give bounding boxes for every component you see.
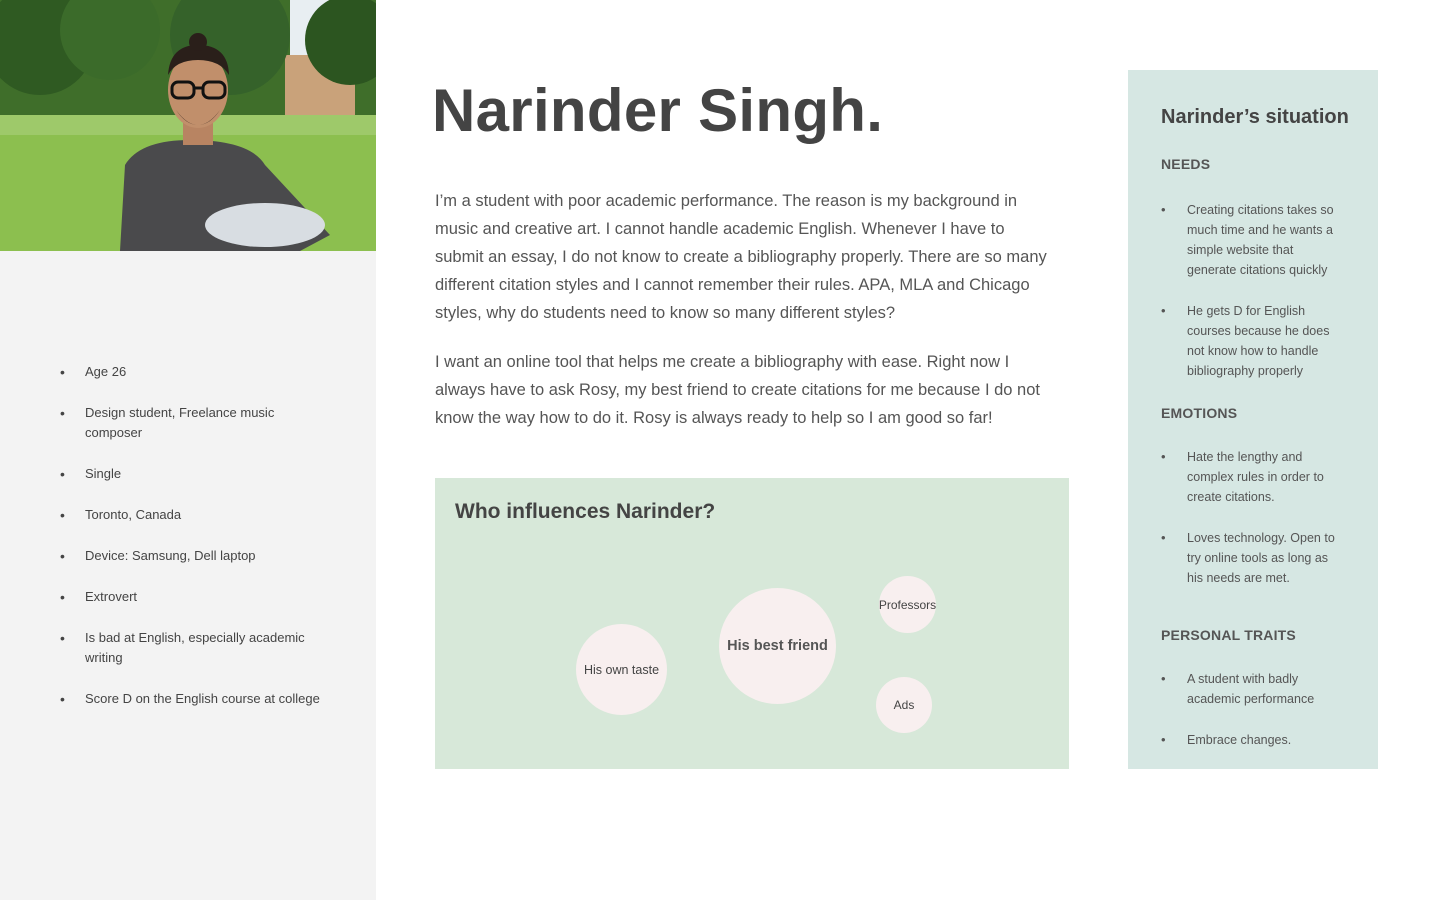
trait-item: Embrace changes. xyxy=(1161,730,1346,750)
influence-bubble-own-taste: His own taste xyxy=(576,624,667,715)
fact-item: Single xyxy=(60,464,330,484)
emotions-heading: EMOTIONS xyxy=(1161,405,1238,421)
emotions-list: Hate the lengthy and complex rules in or… xyxy=(1161,447,1346,609)
traits-heading: PERSONAL TRAITS xyxy=(1161,627,1296,643)
fact-item: Toronto, Canada xyxy=(60,505,330,525)
need-item: Creating citations takes so much time an… xyxy=(1161,200,1346,280)
persona-facts-list: Age 26 Design student, Freelance music c… xyxy=(60,362,330,730)
situation-title: Narinder’s situation xyxy=(1161,106,1349,128)
influence-bubble-best-friend: His best friend xyxy=(719,588,836,704)
need-item: He gets D for English courses because he… xyxy=(1161,301,1346,381)
fact-item: Score D on the English course at college xyxy=(60,689,330,709)
fact-item: Device: Samsung, Dell laptop xyxy=(60,546,330,566)
fact-item: Extrovert xyxy=(60,587,330,607)
traits-list: A student with badly academic performanc… xyxy=(1161,669,1346,771)
influences-title: Who influences Narinder? xyxy=(455,500,716,523)
fact-item: Age 26 xyxy=(60,362,330,382)
trait-item: A student with badly academic performanc… xyxy=(1161,669,1346,709)
situation-panel: Narinder’s situation NEEDS Creating cita… xyxy=(1128,70,1378,769)
emotion-item: Hate the lengthy and complex rules in or… xyxy=(1161,447,1346,507)
needs-list: Creating citations takes so much time an… xyxy=(1161,200,1346,402)
fact-item: Is bad at English, especially academic w… xyxy=(60,628,330,668)
influences-panel: Who influences Narinder? His own taste H… xyxy=(435,478,1069,769)
persona-name: Narinder Singh. xyxy=(432,77,884,144)
persona-bio-paragraph: I want an online tool that helps me crea… xyxy=(435,353,1040,427)
influence-bubble-ads: Ads xyxy=(876,677,932,733)
persona-sidebar: Age 26 Design student, Freelance music c… xyxy=(0,0,376,900)
fact-item: Design student, Freelance music composer xyxy=(60,403,330,443)
persona-photo xyxy=(0,0,376,251)
emotion-item: Loves technology. Open to try online too… xyxy=(1161,528,1346,588)
persona-bio-paragraph: I’m a student with poor academic perform… xyxy=(435,192,1047,322)
influence-bubble-professors: Professors xyxy=(879,576,936,633)
needs-heading: NEEDS xyxy=(1161,156,1211,172)
